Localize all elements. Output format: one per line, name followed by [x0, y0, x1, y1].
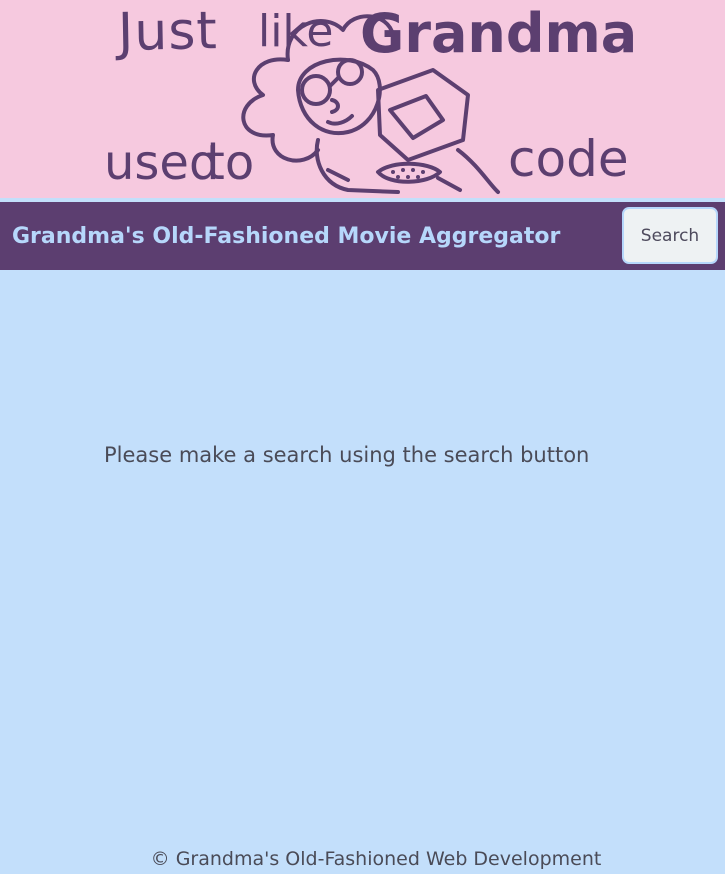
logo-banner: Just like Grandma used to code — [0, 0, 725, 198]
search-button[interactable]: Search — [622, 207, 718, 264]
grandma-computer-illustration — [241, 14, 500, 194]
empty-state-message: Please make a search using the search bu… — [104, 443, 590, 467]
logo-word-just: Just — [117, 1, 219, 63]
logo-word-code: code — [508, 130, 629, 188]
page: Just like Grandma used to code Grandma's… — [0, 0, 725, 874]
site-brand[interactable]: Grandma's Old-Fashioned Movie Aggregator — [12, 224, 560, 249]
logo-word-used: used — [104, 135, 220, 191]
footer-copyright: © Grandma's Old-Fashioned Web Developmen… — [150, 848, 602, 870]
top-navbar: Grandma's Old-Fashioned Movie Aggregator… — [0, 198, 725, 270]
